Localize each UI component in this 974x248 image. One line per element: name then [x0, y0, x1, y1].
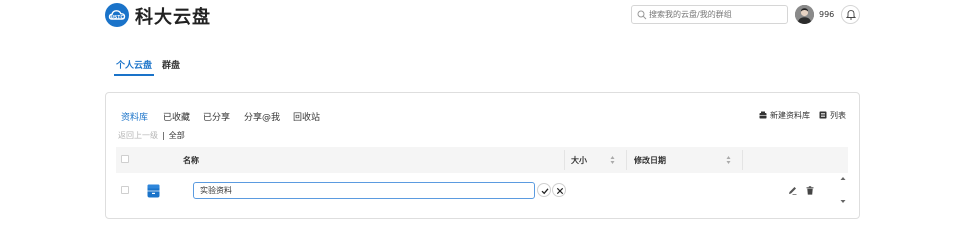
- column-divider: [742, 150, 743, 170]
- tab-shared-with-me[interactable]: 分享@我: [244, 110, 280, 123]
- new-library-button[interactable]: 新建资料库: [759, 110, 810, 121]
- column-divider: [626, 150, 627, 170]
- tab-group-disk[interactable]: 群盘: [162, 58, 180, 71]
- user-avatar-icon: [795, 5, 814, 24]
- close-icon: [556, 187, 564, 195]
- trash-icon[interactable]: [806, 186, 814, 195]
- list-view-icon: [819, 111, 827, 119]
- breadcrumb: 返回上一级 | 全部: [118, 130, 185, 141]
- search-icon: [637, 10, 647, 20]
- breadcrumb-current[interactable]: 全部: [169, 131, 185, 140]
- tab-personal-disk[interactable]: 个人云盘: [116, 58, 152, 71]
- notification-button[interactable]: [841, 5, 860, 24]
- sort-icon[interactable]: [610, 155, 615, 165]
- sort-icon[interactable]: [726, 155, 731, 165]
- row-checkbox[interactable]: [121, 186, 129, 194]
- avatar[interactable]: [795, 5, 814, 24]
- check-icon: [541, 188, 549, 195]
- scroll-down-arrow-icon[interactable]: [840, 199, 846, 204]
- tab-shared[interactable]: 已分享: [203, 110, 230, 123]
- tab-favorites[interactable]: 已收藏: [163, 110, 190, 123]
- cloud-disk-icon[interactable]: USTC: [105, 3, 129, 27]
- library-panel: 资料库 已收藏 已分享 分享@我 回收站 新建资料库 列表 返回上一级 | 全部 名…: [105, 92, 860, 219]
- edit-pencil-icon[interactable]: [788, 186, 797, 195]
- new-library-icon: [759, 111, 767, 119]
- list-view-label: 列表: [830, 111, 846, 120]
- library-name-input[interactable]: [193, 182, 535, 199]
- new-library-label: 新建资料库: [770, 111, 810, 120]
- column-size[interactable]: 大小: [571, 155, 587, 166]
- table-header: 名称 大小 修改日期: [116, 147, 848, 173]
- confirm-rename-button[interactable]: [537, 183, 551, 197]
- column-divider: [564, 150, 565, 170]
- top-header: USTC 科大云盘 996: [0, 0, 974, 30]
- app-title: 科大云盘: [135, 7, 211, 28]
- list-view-button[interactable]: 列表: [819, 110, 846, 121]
- tab-recycle-bin[interactable]: 回收站: [293, 110, 320, 123]
- search-box[interactable]: [631, 5, 788, 24]
- username[interactable]: 996: [819, 10, 834, 19]
- library-folder-icon: [147, 184, 160, 198]
- tab-libraries[interactable]: 资料库: [121, 110, 148, 123]
- bell-icon: [846, 10, 856, 20]
- svg-text:USTC: USTC: [110, 14, 124, 20]
- cancel-rename-button[interactable]: [552, 183, 566, 197]
- breadcrumb-back-link[interactable]: 返回上一级: [118, 131, 158, 140]
- table-row[interactable]: [116, 173, 848, 207]
- active-tab-indicator: [114, 74, 154, 76]
- breadcrumb-separator: |: [162, 131, 165, 140]
- column-modified[interactable]: 修改日期: [634, 155, 666, 166]
- column-name[interactable]: 名称: [183, 155, 199, 166]
- search-input[interactable]: [649, 7, 785, 22]
- scroll-up-arrow-icon[interactable]: [840, 176, 846, 181]
- select-all-checkbox[interactable]: [121, 155, 129, 163]
